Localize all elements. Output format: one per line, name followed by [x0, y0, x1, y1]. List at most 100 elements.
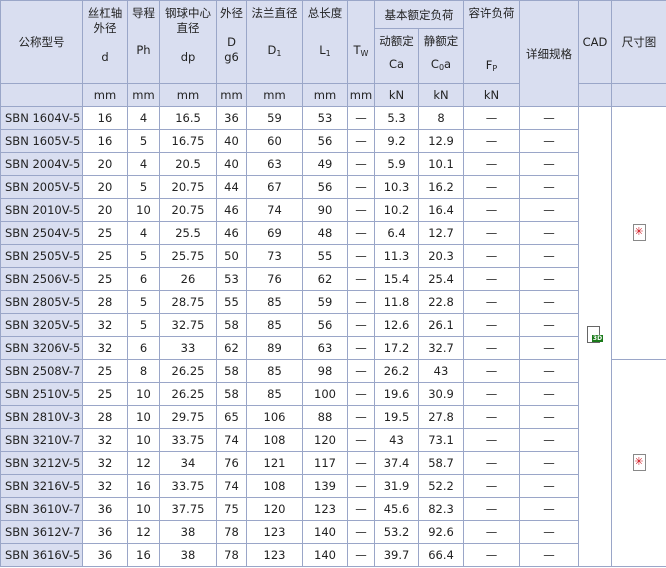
unit-cad	[578, 83, 612, 107]
cell-allow-load: —	[463, 221, 520, 245]
cell-model: SBN 2510V-5	[0, 382, 83, 406]
cell-tw: —	[347, 290, 375, 314]
cell-lead: 5	[127, 175, 160, 199]
unit-cell: kN	[463, 83, 520, 107]
cell-outer-d: 36	[216, 106, 247, 130]
cell-model: SBN 2805V-5	[0, 290, 83, 314]
cell-drawing: ✳	[611, 359, 666, 567]
cell-dynamic-load: 12.6	[374, 313, 419, 337]
cell-detail: —	[519, 428, 579, 452]
cell-tw: —	[347, 244, 375, 268]
unit-cell: mm	[159, 83, 217, 107]
cell-model: SBN 2004V-5	[0, 152, 83, 176]
cell-allow-load: —	[463, 198, 520, 222]
ball-screw-spec-table: 公称型号 丝杠轴外径 d 导程 Ph 钢球中心直径 dp 外径 Dg6 法兰直径 D1 总…	[0, 0, 666, 567]
cell-cad: 3D	[578, 106, 612, 567]
table-row: SBN 3616V-5 36 16 38 78 123 140—39.7 66.4— —	[0, 543, 666, 567]
cell-dynamic-load: 10.3	[374, 175, 419, 199]
unit-cell: kN	[418, 83, 464, 107]
cell-allow-load: —	[463, 290, 520, 314]
cell-dynamic-load: 11.3	[374, 244, 419, 268]
col-shaft-od: 丝杠轴外径 d	[82, 0, 128, 84]
col-lead: 导程 Ph	[127, 0, 160, 84]
cell-detail: —	[519, 520, 579, 544]
col-flange-d: 法兰直径 D1	[246, 0, 303, 84]
cell-tw: —	[347, 313, 375, 337]
cell-model: SBN 2505V-5	[0, 244, 83, 268]
unit-model	[0, 83, 83, 107]
cell-model: SBN 3612V-7	[0, 520, 83, 544]
cell-dynamic-load: 6.4	[374, 221, 419, 245]
cell-static-load: 27.8	[418, 405, 464, 429]
cell-shaft-od: 25	[82, 244, 128, 268]
cell-dynamic-load: 5.3	[374, 106, 419, 130]
cell-shaft-od: 32	[82, 336, 128, 360]
col-drawing: 尺寸图	[611, 0, 666, 84]
cell-tw: —	[347, 474, 375, 498]
cell-dynamic-load: 19.5	[374, 405, 419, 429]
unit-cell: mm	[347, 83, 375, 107]
cell-shaft-od: 32	[82, 451, 128, 475]
cell-length: 48	[302, 221, 348, 245]
cell-ball-pcd: 20.75	[159, 198, 217, 222]
cell-outer-d: 44	[216, 175, 247, 199]
cell-flange-d: 123	[246, 520, 303, 544]
table-row: SBN 1604V-5 16 4 16.5 36 59 53—5.3 8— —3D ✳	[0, 106, 666, 567]
table-row: SBN 3216V-5 32 16 33.75 74 108 139—31.9 52.2— —	[0, 474, 666, 498]
cell-shaft-od: 25	[82, 221, 128, 245]
cell-dynamic-load: 5.9	[374, 152, 419, 176]
col-detail: 详细规格	[519, 0, 579, 107]
table-row: SBN 2510V-5 25 10 26.25 58 85 100—19.6 30.9— —	[0, 382, 666, 406]
cell-tw: —	[347, 106, 375, 130]
cell-dynamic-load: 17.2	[374, 336, 419, 360]
cell-allow-load: —	[463, 106, 520, 130]
cell-tw: —	[347, 221, 375, 245]
cell-lead: 8	[127, 359, 160, 383]
cell-length: 56	[302, 313, 348, 337]
cell-length: 62	[302, 267, 348, 291]
table-row: SBN 3610V-7 36 10 37.75 75 120 123—45.6 82.3— —	[0, 497, 666, 521]
cell-tw: —	[347, 520, 375, 544]
cell-flange-d: 108	[246, 474, 303, 498]
cell-ball-pcd: 37.75	[159, 497, 217, 521]
cad-3d-file-icon[interactable]: 3D	[587, 326, 603, 344]
cell-tw: —	[347, 382, 375, 406]
cell-dynamic-load: 45.6	[374, 497, 419, 521]
pdf-document-icon[interactable]: ✳	[632, 223, 646, 241]
cell-outer-d: 55	[216, 290, 247, 314]
cell-allow-load: —	[463, 520, 520, 544]
cell-allow-load: —	[463, 175, 520, 199]
cell-flange-d: 85	[246, 290, 303, 314]
col-tw: TW	[347, 0, 375, 84]
cell-shaft-od: 20	[82, 152, 128, 176]
cell-outer-d: 58	[216, 359, 247, 383]
cell-flange-d: 85	[246, 313, 303, 337]
cell-flange-d: 89	[246, 336, 303, 360]
cell-length: 100	[302, 382, 348, 406]
cell-shaft-od: 25	[82, 267, 128, 291]
cell-detail: —	[519, 198, 579, 222]
cell-model: SBN 3210V-7	[0, 428, 83, 452]
cell-flange-d: 76	[246, 267, 303, 291]
cell-ball-pcd: 26.25	[159, 359, 217, 383]
cell-static-load: 66.4	[418, 543, 464, 567]
cell-static-load: 82.3	[418, 497, 464, 521]
cell-static-load: 32.7	[418, 336, 464, 360]
cell-detail: —	[519, 267, 579, 291]
cell-lead: 10	[127, 405, 160, 429]
cell-static-load: 16.4	[418, 198, 464, 222]
cell-static-load: 58.7	[418, 451, 464, 475]
cell-dynamic-load: 39.7	[374, 543, 419, 567]
cell-tw: —	[347, 451, 375, 475]
cell-dynamic-load: 26.2	[374, 359, 419, 383]
cell-flange-d: 123	[246, 543, 303, 567]
cell-static-load: 26.1	[418, 313, 464, 337]
col-dynamic: 动额定 Ca	[374, 28, 419, 84]
table-row: SBN 2004V-5 20 4 20.5 40 63 49—5.9 10.1— —	[0, 152, 666, 176]
cell-dynamic-load: 9.2	[374, 129, 419, 153]
table-row: SBN 2010V-5 20 10 20.75 46 74 90—10.2 16.4— —	[0, 198, 666, 222]
cell-detail: —	[519, 405, 579, 429]
cell-allow-load: —	[463, 267, 520, 291]
pdf-document-icon[interactable]: ✳	[632, 453, 646, 471]
cell-outer-d: 40	[216, 129, 247, 153]
